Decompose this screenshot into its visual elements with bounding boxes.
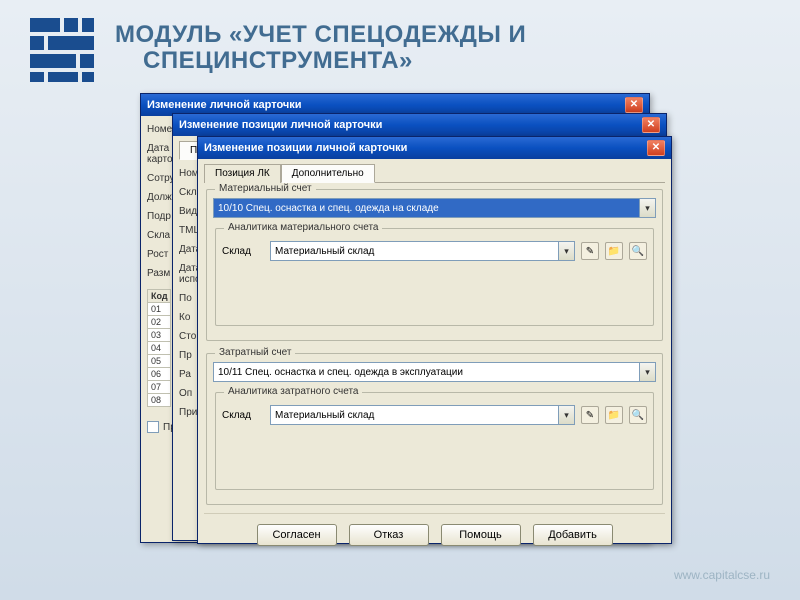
group-material-analytics: Аналитика материального счета Склад Мате…	[215, 228, 654, 326]
code-cell[interactable]: 02	[147, 316, 171, 329]
close-icon[interactable]: ✕	[625, 97, 643, 113]
dropdown-text: 10/10 Спец. оснастка и спец. одежда на с…	[214, 203, 639, 214]
help-button[interactable]: Помощь	[441, 524, 521, 546]
tab-additional[interactable]: Дополнительно	[281, 164, 375, 183]
footer-url: www.capitalcse.ru	[674, 568, 770, 582]
page-title: МОДУЛЬ «УЧЕТ СПЕЦОДЕЖДЫ И СПЕЦИНСТРУМЕНТ…	[115, 22, 526, 75]
ok-button[interactable]: Согласен	[257, 524, 337, 546]
code-cell[interactable]: 05	[147, 355, 171, 368]
group-legend: Затратный счет	[215, 347, 295, 358]
code-cell[interactable]: 03	[147, 329, 171, 342]
edit-icon[interactable]: ✎	[581, 242, 599, 260]
material-account-dropdown[interactable]: 10/10 Спец. оснастка и спец. одежда на с…	[213, 198, 656, 218]
cancel-button[interactable]: Отказ	[349, 524, 429, 546]
cost-account-dropdown[interactable]: 10/11 Спец. оснастка и спец. одежда в эк…	[213, 362, 656, 382]
titlebar-2[interactable]: Изменение позиции личной карточки ✕	[173, 114, 666, 136]
group-legend: Аналитика материального счета	[224, 222, 382, 233]
folder-icon[interactable]: 📁	[605, 406, 623, 424]
close-icon[interactable]: ✕	[642, 117, 660, 133]
code-cell[interactable]: 08	[147, 394, 171, 407]
folder-icon[interactable]: 📁	[605, 242, 623, 260]
group-legend: Аналитика затратного счета	[224, 386, 362, 397]
edit-icon[interactable]: ✎	[581, 406, 599, 424]
chevron-down-icon[interactable]: ▾	[558, 406, 574, 424]
group-material-account: Материальный счет 10/10 Спец. оснастка и…	[206, 189, 663, 341]
window-position-2: Изменение позиции личной карточки ✕ Пози…	[197, 136, 672, 544]
checkbox[interactable]	[147, 421, 159, 433]
label: карто	[147, 154, 173, 165]
group-cost-account: Затратный счет 10/11 Спец. оснастка и сп…	[206, 353, 663, 505]
tabs: Позиция ЛК Дополнительно	[204, 163, 665, 183]
button-bar: Согласен Отказ Помощь Добавить	[204, 513, 665, 550]
titlebar-2-text: Изменение позиции личной карточки	[179, 114, 382, 136]
chevron-down-icon[interactable]: ▾	[639, 199, 655, 217]
chevron-down-icon[interactable]: ▾	[639, 363, 655, 381]
dropdown-text: Материальный склад	[271, 246, 558, 257]
title-line-2: СПЕЦИНСТРУМЕНТА»	[115, 48, 526, 74]
group-legend: Материальный счет	[215, 183, 316, 194]
chevron-down-icon[interactable]: ▾	[558, 242, 574, 260]
code-header: Код	[147, 289, 171, 303]
search-icon[interactable]: 🔍	[629, 406, 647, 424]
titlebar-3-text: Изменение позиции личной карточки	[204, 137, 407, 159]
group-cost-analytics: Аналитика затратного счета Склад Материа…	[215, 392, 654, 490]
field-label-sklad: Склад	[222, 246, 264, 257]
dropdown-text: Материальный склад	[271, 410, 558, 421]
search-icon[interactable]: 🔍	[629, 242, 647, 260]
code-cell[interactable]: 06	[147, 368, 171, 381]
close-icon[interactable]: ✕	[647, 140, 665, 156]
logo	[30, 18, 94, 82]
titlebar-3[interactable]: Изменение позиции личной карточки ✕	[198, 137, 671, 159]
material-warehouse-dropdown[interactable]: Материальный склад ▾	[270, 241, 575, 261]
tab-position-lk[interactable]: Позиция ЛК	[204, 164, 281, 183]
code-cell[interactable]: 07	[147, 381, 171, 394]
title-line-1: МОДУЛЬ «УЧЕТ СПЕЦОДЕЖДЫ И	[115, 22, 526, 48]
code-cell[interactable]: 04	[147, 342, 171, 355]
cost-warehouse-dropdown[interactable]: Материальный склад ▾	[270, 405, 575, 425]
label: Дата	[147, 143, 169, 154]
field-label-sklad: Склад	[222, 410, 264, 421]
code-cell[interactable]: 01	[147, 303, 171, 316]
add-button[interactable]: Добавить	[533, 524, 613, 546]
dropdown-text: 10/11 Спец. оснастка и спец. одежда в эк…	[214, 367, 639, 378]
